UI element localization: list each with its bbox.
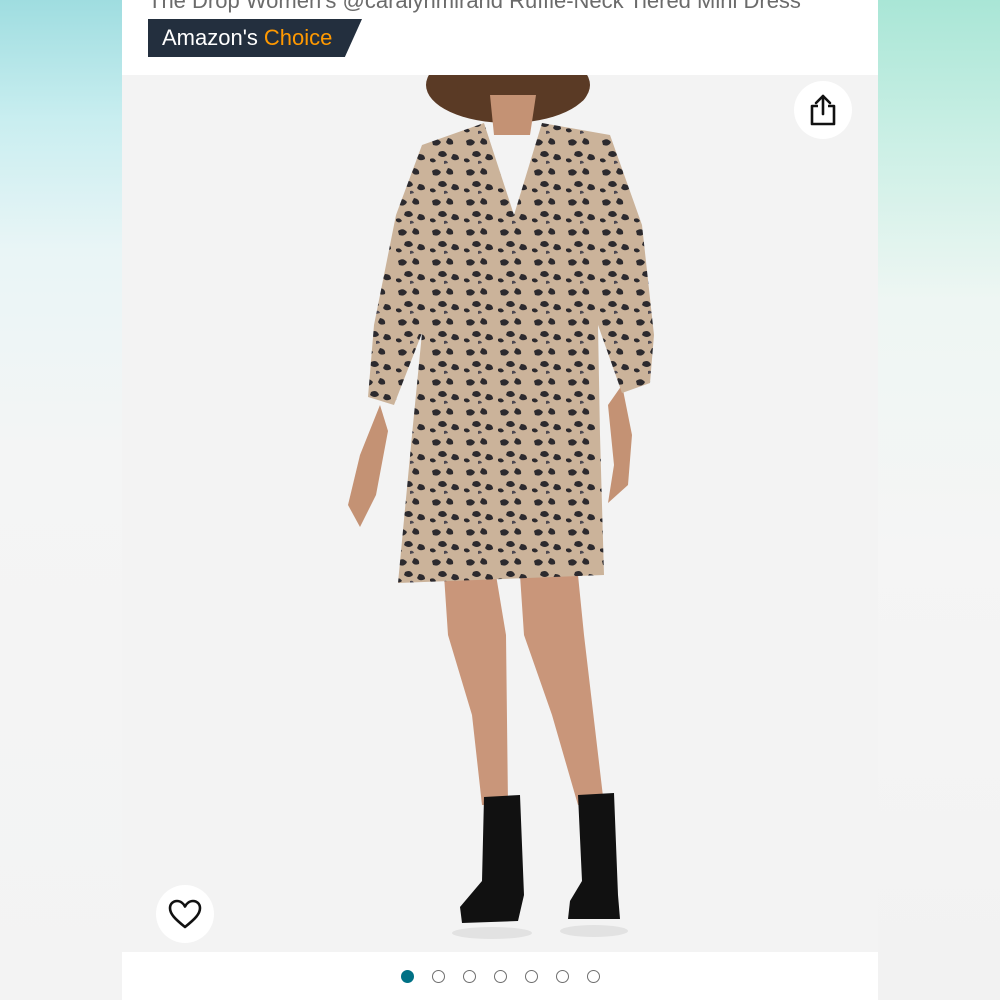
badge-prefix: Amazon's xyxy=(162,25,258,50)
model-left-leg xyxy=(444,575,508,805)
share-button[interactable] xyxy=(794,81,852,139)
carousel-dot-5[interactable] xyxy=(524,969,538,983)
model-left-arm xyxy=(348,405,388,527)
leopard-dress xyxy=(368,123,654,583)
product-title[interactable]: The Drop Women's @caralynmirand Ruffle-N… xyxy=(148,0,868,14)
wishlist-button[interactable] xyxy=(156,885,214,943)
product-card: The Drop Women's @caralynmirand Ruffle-N… xyxy=(122,0,878,1000)
image-carousel-indicator xyxy=(122,952,878,1000)
carousel-dot-7[interactable] xyxy=(586,969,600,983)
carousel-dot-6[interactable] xyxy=(555,969,569,983)
model-right-boot xyxy=(568,793,620,919)
carousel-dot-4[interactable] xyxy=(493,969,507,983)
product-image[interactable] xyxy=(122,75,878,952)
model-right-arm xyxy=(608,385,632,503)
carousel-dot-2[interactable] xyxy=(431,969,445,983)
heart-icon xyxy=(168,899,202,929)
model-left-boot xyxy=(460,795,524,923)
model-neck xyxy=(490,95,536,135)
badge-accent: Choice xyxy=(263,25,333,50)
background-right xyxy=(878,0,1000,1000)
carousel-dot-3[interactable] xyxy=(462,969,476,983)
amazons-choice-badge: Amazon's Choice xyxy=(148,19,362,57)
share-icon xyxy=(810,94,836,126)
product-photo-illustration xyxy=(348,75,654,939)
carousel-dot-1[interactable] xyxy=(400,969,414,983)
model-right-leg xyxy=(520,575,604,805)
